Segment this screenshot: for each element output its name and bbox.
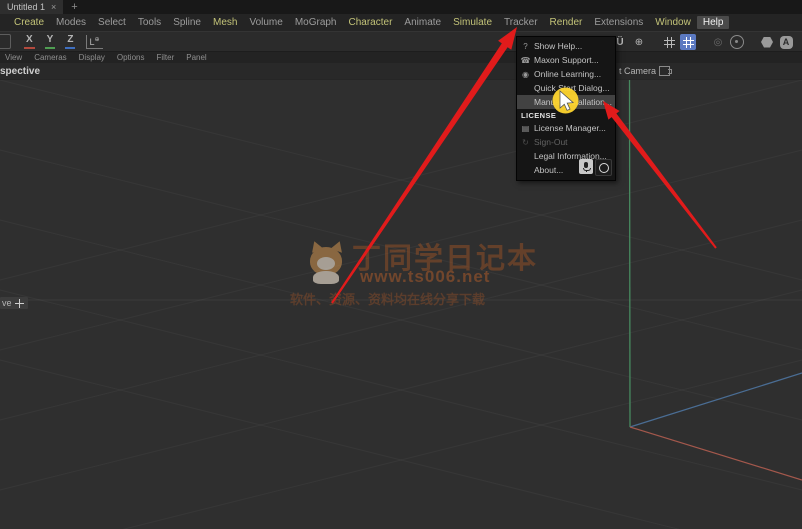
help-menu-corner-buttons bbox=[579, 159, 612, 176]
snap-settings-icon[interactable]: ⊕ bbox=[631, 34, 647, 50]
move-tool-hint: ve bbox=[0, 297, 28, 309]
axis-x-lock-button[interactable]: X bbox=[24, 34, 35, 49]
question-icon: ? bbox=[517, 42, 534, 51]
toolbar: X Y Z L⊕ Ü ⊕ ◎ A bbox=[0, 31, 802, 52]
menu-item-window[interactable]: Window bbox=[649, 16, 697, 29]
viewport-menu-item-cameras[interactable]: Cameras bbox=[34, 53, 66, 62]
viewport-camera-label[interactable]: t Camera bbox=[619, 66, 670, 76]
menu-item-character[interactable]: Character bbox=[343, 16, 399, 29]
menu-item-tools[interactable]: Tools bbox=[132, 16, 167, 29]
viewport-menu-item-panel[interactable]: Panel bbox=[186, 53, 206, 62]
menu-item-mesh[interactable]: Mesh bbox=[207, 16, 243, 29]
asset-a-icon[interactable]: A bbox=[778, 34, 794, 50]
world-axis-y-green bbox=[630, 70, 631, 427]
move-cursor-icon bbox=[15, 299, 24, 308]
mascot-body bbox=[313, 271, 339, 284]
help-menu-item-label: About... bbox=[534, 165, 563, 175]
watermark-subtitle: 软件、资源、资料均在线分享下载 bbox=[290, 289, 566, 308]
help-menu-item-label: Maxon Support... bbox=[534, 55, 599, 65]
phone-icon: ☎ bbox=[517, 56, 534, 65]
help-menu-item-manual-installation[interactable]: Manual Installation... bbox=[517, 95, 615, 109]
help-menu-item-sign-out: ↻Sign-Out bbox=[517, 135, 615, 149]
workplane-grid-icon[interactable] bbox=[680, 34, 696, 50]
viewport-menu-item-options[interactable]: Options bbox=[117, 53, 145, 62]
learning-icon: ◉ bbox=[517, 70, 534, 79]
help-menu-item-label: Quick Start Dialog... bbox=[534, 83, 610, 93]
camera-label-text: t Camera bbox=[619, 66, 656, 76]
record-circle-icon[interactable] bbox=[595, 159, 612, 176]
menu-item-modes[interactable]: Modes bbox=[50, 16, 92, 29]
help-menu-item-label: Sign-Out bbox=[534, 137, 568, 147]
document-tab[interactable]: Untitled 1 × bbox=[0, 0, 63, 14]
document-tab-label: Untitled 1 bbox=[7, 2, 45, 12]
material-hexagon-icon[interactable] bbox=[759, 34, 775, 50]
menu-item-volume[interactable]: Volume bbox=[243, 16, 288, 29]
circle-glyph bbox=[599, 163, 609, 173]
coordinate-system-button[interactable]: L⊕ bbox=[86, 35, 102, 49]
render-region-icon[interactable]: ◎ bbox=[710, 34, 726, 50]
main-menu-bar: CreateModesSelectToolsSplineMeshVolumeMo… bbox=[0, 14, 802, 31]
viewport-view-label[interactable]: spective bbox=[0, 66, 40, 77]
new-tab-button[interactable]: + bbox=[63, 0, 85, 14]
viewport-menu-item-display[interactable]: Display bbox=[79, 53, 105, 62]
help-dropdown-menu: ?Show Help...☎Maxon Support...◉Online Le… bbox=[516, 36, 616, 181]
cinema4d-window: Untitled 1 × + CreateModesSelectToolsSpl… bbox=[0, 0, 802, 529]
viewport-menu-bar: View Cameras Display Options Filter Panel bbox=[0, 52, 802, 63]
undo-icon[interactable] bbox=[0, 34, 11, 49]
mascot-muzzle bbox=[317, 257, 335, 270]
viewport-menu-item-filter[interactable]: Filter bbox=[156, 53, 174, 62]
menu-item-simulate[interactable]: Simulate bbox=[447, 16, 498, 29]
help-menu-item-license-manager[interactable]: ▤License Manager... bbox=[517, 121, 615, 135]
help-menu-item-label: License Manager... bbox=[534, 123, 606, 133]
menu-item-spline[interactable]: Spline bbox=[167, 16, 207, 29]
menu-item-render[interactable]: Render bbox=[544, 16, 589, 29]
viewport-menu-item-view[interactable]: View bbox=[5, 53, 22, 62]
render-settings-icon[interactable] bbox=[729, 34, 745, 50]
menu-item-select[interactable]: Select bbox=[92, 16, 132, 29]
grid-icon[interactable] bbox=[661, 34, 677, 50]
watermark-url: www.ts006.net bbox=[360, 267, 548, 287]
mic-stem bbox=[586, 170, 587, 172]
help-menu-list: ?Show Help...☎Maxon Support...◉Online Le… bbox=[517, 39, 615, 177]
menu-item-extensions[interactable]: Extensions bbox=[588, 16, 649, 29]
a-badge-glyph: A bbox=[780, 36, 793, 49]
hexagon-glyph bbox=[761, 37, 773, 48]
help-menu-item-label: Online Learning... bbox=[534, 69, 601, 79]
help-menu-item-online-learning[interactable]: ◉Online Learning... bbox=[517, 67, 615, 81]
grid-glyph bbox=[664, 37, 675, 48]
viewport-header-strip bbox=[0, 63, 802, 80]
microphone-icon[interactable] bbox=[579, 159, 593, 174]
camera-toggle-icon[interactable] bbox=[659, 66, 670, 76]
help-menu-section-license: LICENSE bbox=[517, 109, 615, 121]
sign-out-icon: ↻ bbox=[517, 138, 534, 147]
menu-item-tracker[interactable]: Tracker bbox=[498, 16, 544, 29]
watermark-mascot-dog-icon bbox=[308, 243, 346, 285]
help-menu-item-quick-start-dialog[interactable]: Quick Start Dialog... bbox=[517, 81, 615, 95]
viewport[interactable]: spective t Camera ve 丁同学日记本 www.ts006.ne… bbox=[0, 63, 802, 529]
menu-item-animate[interactable]: Animate bbox=[398, 16, 447, 29]
axis-y-lock-button[interactable]: Y bbox=[45, 34, 56, 49]
toolbar-right-icons: Ü ⊕ ◎ A bbox=[612, 34, 794, 50]
help-menu-item-label: Manual Installation... bbox=[534, 97, 612, 107]
menu-item-help[interactable]: Help bbox=[697, 16, 730, 29]
document-tab-bar: Untitled 1 × + bbox=[0, 0, 802, 14]
tab-close-icon[interactable]: × bbox=[51, 2, 56, 12]
license-card-icon: ▤ bbox=[517, 124, 534, 133]
help-menu-item-show-help[interactable]: ?Show Help... bbox=[517, 39, 615, 53]
mic-base bbox=[583, 168, 591, 171]
workplane-grid-glyph bbox=[683, 37, 694, 48]
render-settings-glyph bbox=[730, 35, 744, 49]
move-hint-text: ve bbox=[2, 298, 12, 308]
axis-z-lock-button[interactable]: Z bbox=[65, 34, 75, 49]
menu-item-mograph[interactable]: MoGraph bbox=[289, 16, 343, 29]
menu-item-create[interactable]: Create bbox=[8, 16, 50, 29]
help-menu-item-label: Show Help... bbox=[534, 41, 582, 51]
help-menu-item-maxon-support[interactable]: ☎Maxon Support... bbox=[517, 53, 615, 67]
